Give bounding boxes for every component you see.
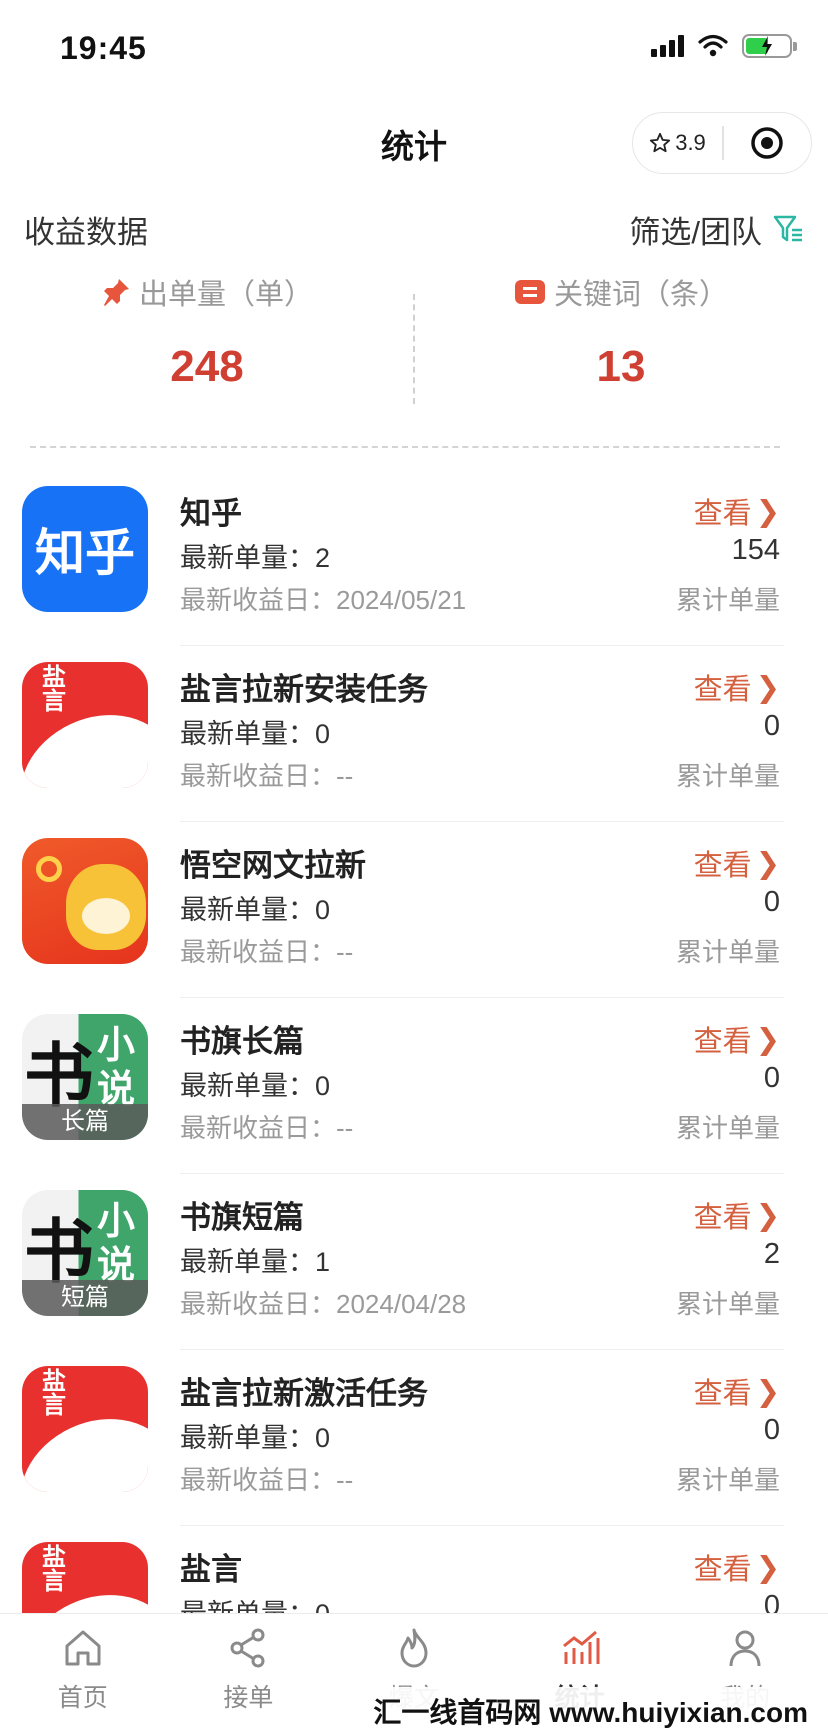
tab-home[interactable]: 首页 (0, 1614, 166, 1731)
keywords-label: 关键词（条） (553, 279, 728, 311)
fire-icon (400, 1628, 428, 1668)
rating-button[interactable]: 3.9 (633, 130, 722, 156)
home-icon (65, 1630, 101, 1666)
yanyan-app-icon: 盐言 (22, 1366, 148, 1492)
user-icon (729, 1630, 761, 1667)
item-latest-date: 最新收益日：-- (180, 1113, 354, 1143)
item-total-orders: 0 (763, 1414, 780, 1446)
item-latest-orders: 最新单量：0 (180, 895, 331, 925)
item-total-label: 累计单量 (675, 1465, 780, 1495)
item-name: 悟空网文拉新 (180, 848, 366, 883)
status-icons (651, 34, 797, 58)
item-total-label: 累计单量 (675, 1113, 780, 1143)
item-latest-date: 最新收益日：2024/05/21 (180, 585, 467, 615)
ticket-icon (514, 280, 545, 304)
battery-icon (742, 34, 797, 58)
orders-value: 248 (170, 342, 244, 391)
item-name: 盐言 (180, 1552, 242, 1587)
chevron-right-icon: ❯ (755, 1023, 780, 1056)
item-total-orders: 0 (763, 1062, 780, 1094)
zhihu-app-icon: 知乎 (22, 486, 148, 612)
item-total-orders: 0 (763, 886, 780, 918)
item-name: 书旗短篇 (180, 1200, 304, 1235)
view-button[interactable]: 查看 ❯ (694, 490, 780, 532)
item-name: 知乎 (180, 496, 242, 531)
item-total-label: 累计单量 (675, 761, 780, 791)
share-icon (230, 1628, 265, 1668)
earnings-header: 收益数据 筛选/团队 (24, 206, 804, 252)
icon-badge: 短篇 (22, 1280, 148, 1316)
view-button[interactable]: 查看 ❯ (694, 1370, 780, 1412)
star-icon (650, 132, 671, 153)
item-total-label: 累计单量 (675, 937, 780, 967)
item-latest-orders: 最新单量：0 (180, 719, 331, 749)
item-latest-date: 最新收益日：-- (180, 937, 354, 967)
keywords-stat: 关键词（条） 13 (414, 272, 828, 392)
item-latest-orders: 最新单量：0 (180, 1071, 331, 1101)
list-item: 盐言 盐言拉新激活任务 最新单量：0 最新收益日：-- 查看 ❯ 0 累计单量 (0, 1350, 828, 1526)
earnings-title: 收益数据 (24, 214, 148, 250)
icon-badge: 长篇 (22, 1104, 148, 1140)
item-name: 盐言拉新激活任务 (180, 1376, 428, 1411)
yanyan-app-icon: 盐言 (22, 662, 148, 788)
chevron-right-icon: ❯ (755, 1375, 780, 1408)
shuqi-app-icon: 书小说 长篇 (22, 1014, 148, 1140)
tab-orders-label: 接单 (223, 1684, 274, 1712)
mini-program-capsule: 3.9 (632, 112, 812, 174)
item-latest-date: 最新收益日：2024/04/28 (180, 1289, 467, 1319)
list-item: 知乎 知乎 最新单量：2 最新收益日：2024/05/21 查看 ❯ 154 累计… (0, 470, 828, 646)
chevron-right-icon: ❯ (755, 495, 780, 528)
item-latest-date: 最新收益日：-- (180, 1465, 354, 1495)
item-latest-orders: 最新单量：0 (180, 1423, 331, 1453)
item-name: 书旗长篇 (180, 1024, 304, 1059)
pin-icon (103, 279, 129, 306)
view-button[interactable]: 查看 ❯ (694, 1018, 780, 1060)
task-list: 知乎 知乎 最新单量：2 最新收益日：2024/05/21 查看 ❯ 154 累计… (0, 470, 828, 1702)
target-icon (751, 127, 783, 159)
chevron-right-icon: ❯ (755, 1199, 780, 1232)
item-latest-orders: 最新单量：1 (180, 1247, 331, 1277)
list-item: 悟空网文拉新 最新单量：0 最新收益日：-- 查看 ❯ 0 累计单量 (0, 822, 828, 998)
tab-home-label: 首页 (57, 1684, 108, 1712)
item-latest-orders: 最新单量：2 (180, 543, 331, 573)
shuqi-app-icon: 书小说 短篇 (22, 1190, 148, 1316)
site-watermark: 汇一线首码网 www.huiyixian.com (365, 1687, 816, 1731)
filter-label: 筛选/团队 (629, 214, 762, 250)
status-bar: 19:45 (0, 0, 828, 96)
orders-stat: 出单量（单） 248 (0, 272, 414, 392)
rating-value: 3.9 (675, 130, 706, 155)
wukong-app-icon (22, 838, 148, 964)
list-item: 书小说 长篇 书旗长篇 最新单量：0 最新收益日：-- 查看 ❯ 0 累计单量 (0, 998, 828, 1174)
close-mini-program-button[interactable] (724, 125, 812, 161)
signal-icon (651, 35, 684, 57)
item-name: 盐言拉新安装任务 (180, 672, 428, 707)
chart-icon (562, 1630, 600, 1664)
filter-icon (773, 215, 802, 242)
tab-orders[interactable]: 接单 (166, 1614, 332, 1731)
view-button[interactable]: 查看 ❯ (694, 666, 780, 708)
chevron-right-icon: ❯ (755, 1551, 780, 1584)
section-divider (30, 446, 780, 448)
item-latest-date: 最新收益日：-- (180, 761, 354, 791)
chevron-right-icon: ❯ (755, 847, 780, 880)
keywords-value: 13 (596, 342, 646, 391)
item-total-orders: 2 (763, 1238, 780, 1270)
list-item: 盐言 盐言拉新安装任务 最新单量：0 最新收益日：-- 查看 ❯ 0 累计单量 (0, 646, 828, 822)
nav-bar: 统计 3.9 (0, 96, 828, 186)
view-button[interactable]: 查看 ❯ (694, 842, 780, 884)
stats-summary: 出单量（单） 248 关键词（条） 13 (0, 272, 828, 422)
status-time: 19:45 (60, 30, 147, 66)
wifi-icon (698, 34, 728, 57)
item-total-orders: 154 (731, 534, 780, 566)
list-item: 书小说 短篇 书旗短篇 最新单量：1 最新收益日：2024/04/28 查看 ❯ … (0, 1174, 828, 1350)
view-button[interactable]: 查看 ❯ (694, 1546, 780, 1588)
chevron-right-icon: ❯ (755, 671, 780, 704)
item-total-orders: 0 (763, 710, 780, 742)
item-total-label: 累计单量 (675, 585, 780, 615)
filter-team-button[interactable]: 筛选/团队 (629, 207, 804, 252)
orders-label: 出单量（单） (138, 279, 313, 311)
item-total-label: 累计单量 (675, 1289, 780, 1319)
tab-bar: 首页 接单 爆文 统计 我的 汇一 (0, 1613, 828, 1731)
view-button[interactable]: 查看 ❯ (694, 1194, 780, 1236)
